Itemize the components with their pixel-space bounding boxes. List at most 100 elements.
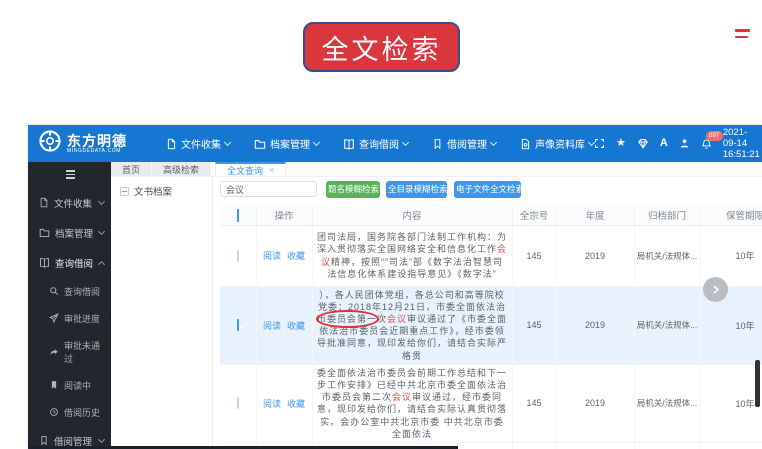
keyword-highlight: 会议: [392, 392, 412, 402]
sidebar-item-archive-management[interactable]: 档案管理: [28, 218, 111, 248]
star-icon[interactable]: ★: [616, 138, 626, 149]
chevron-down-icon: [98, 197, 105, 204]
content-snippet: 委全面依法治市委员会前期工作总结和下一步工作安排》已经中共北京市委全面依法治市委…: [313, 365, 512, 442]
tab-home[interactable]: 首页: [111, 162, 152, 176]
table-row[interactable]: 阅读收藏 ），各人民团体党组，各总公司和高等院校党委：2018年12月21日，市委…: [220, 286, 762, 364]
tab-label: 高级检索: [163, 163, 199, 176]
read-link[interactable]: 阅读: [263, 321, 281, 331]
vertical-scrollbar[interactable]: [755, 360, 760, 407]
nav-item-borrow-management[interactable]: 借阅管理: [432, 136, 496, 151]
history-icon: [49, 407, 59, 417]
nav-item-label: 文件收集: [181, 136, 221, 151]
sidebar-subitem-query-borrow[interactable]: 查询借阅: [28, 278, 111, 305]
bookmark-icon: [432, 138, 443, 150]
favorite-link[interactable]: 收藏: [287, 399, 305, 409]
tree-expander-icon[interactable]: [120, 187, 129, 196]
row-checkbox[interactable]: [237, 397, 239, 409]
sidebar-subitem-approval-rejected[interactable]: 审批未通过: [28, 332, 111, 372]
chevron-down-icon: [98, 435, 105, 442]
sidebar-item-label: 查询借阅: [55, 256, 93, 270]
nav-item-label: 档案管理: [270, 136, 310, 151]
nav-item-query-borrow[interactable]: 查询借阅: [343, 136, 408, 151]
tab-label: 全文查询: [227, 164, 263, 177]
nav-item-archive-management[interactable]: 档案管理: [254, 136, 319, 151]
bookmark-icon: [49, 380, 59, 390]
sidebar-subitem-borrow-history[interactable]: 借阅历史: [28, 399, 111, 426]
chevron-down-icon: [313, 138, 320, 145]
favorite-link[interactable]: 收藏: [287, 251, 305, 261]
table-header-row: 操作 内容 全宗号 年度 归档部门 保管期限: [220, 206, 762, 225]
archive-dept-cell: 局机关/法规体...: [634, 225, 700, 286]
folder-icon: [39, 227, 50, 238]
chevron-up-icon: [98, 260, 105, 267]
notifications-bell[interactable]: 897: [701, 138, 712, 150]
chevron-down-icon: [98, 227, 105, 234]
fonds-number-cell: 145: [512, 442, 556, 449]
document-icon: [39, 197, 49, 208]
page: 全文检索 东方明德 MINGDEDATA.COM: [0, 0, 762, 449]
tree-node-document-archive[interactable]: 文书档案: [120, 184, 212, 198]
year-cell: 2019: [556, 286, 634, 364]
content-snippet: ），各人民团体党组，各总公司和高等院校党委：2018年12月21日，市委全面依法…: [313, 287, 512, 364]
column-header-fonds-number: 全宗号: [512, 206, 556, 225]
archive-dept-cell: 局机关/法规体...: [634, 286, 700, 364]
table-row[interactable]: 阅读收藏委全面依法治市委员会前期工作总结和下一步工作安排》已经中共北京市委全面依…: [220, 364, 762, 442]
notification-badge: 897: [706, 131, 723, 141]
retention-cell: 10年: [700, 442, 762, 449]
sidebar-subitem-approval-progress[interactable]: 审批进度: [28, 305, 111, 332]
retention-cell: 10年: [700, 364, 762, 442]
row-checkbox[interactable]: [237, 319, 239, 331]
sidebar-subitem-label: 借阅历史: [64, 406, 100, 419]
search-icon: [49, 286, 59, 296]
year-cell: 2019: [556, 364, 634, 442]
sidebar-item-query-borrow[interactable]: 查询借阅: [28, 248, 111, 278]
title-fuzzy-search-button[interactable]: 题名模糊检索: [326, 181, 380, 198]
nav-item-file-collection[interactable]: 文件收集: [166, 136, 230, 151]
table-row[interactable]: 阅读收藏团司法局，国务院各部门法制工作机构：为深入贯彻落实全国网络安全和信息化工…: [220, 225, 762, 286]
content-area: 题名模糊检索 全目录模糊检索 电子文件全文检索: [213, 177, 762, 449]
sidebar-subitem-label: 查询借阅: [64, 285, 100, 298]
user-icon[interactable]: [679, 138, 690, 149]
sidebar-subitem-reading[interactable]: 阅读中: [28, 372, 111, 399]
row-checkbox[interactable]: [237, 250, 239, 262]
chevron-down-icon: [224, 138, 231, 145]
tab-fulltext-query[interactable]: 全文查询 ×: [215, 162, 286, 176]
fullscreen-icon[interactable]: [594, 138, 605, 149]
document-icon: [166, 138, 177, 150]
sidebar-item-file-collection[interactable]: 文件收集: [28, 188, 111, 218]
app-screenshot: 东方明德 MINGDEDATA.COM 文件收集 档案管理: [28, 125, 762, 449]
font-size-icon[interactable]: A: [660, 138, 668, 149]
table-body: 阅读收藏团司法局，国务院各部门法制工作机构：为深入贯彻落实全国网络安全和信息化工…: [220, 225, 762, 449]
fonds-number-cell: 145: [512, 364, 556, 442]
brand-domain: MINGDEDATA.COM: [67, 149, 127, 154]
nav-item-label: 查询借阅: [359, 136, 399, 151]
sidebar-collapse-button[interactable]: [28, 162, 111, 188]
menu-icon[interactable]: [735, 29, 750, 42]
search-row: 题名模糊检索 全目录模糊检索 电子文件全文检索: [220, 180, 762, 198]
retention-cell: 10年: [700, 225, 762, 286]
gem-icon[interactable]: [637, 138, 649, 149]
book-icon: [39, 257, 50, 268]
search-input[interactable]: [220, 181, 317, 197]
share-arrow-icon: [49, 347, 59, 357]
column-header-content: 内容: [312, 206, 512, 225]
sidebar-subitem-label: 阅读中: [64, 379, 91, 392]
read-link[interactable]: 阅读: [263, 399, 281, 409]
tree-node-label: 文书档案: [134, 184, 172, 198]
catalog-fuzzy-search-button[interactable]: 全目录模糊检索: [386, 181, 447, 198]
brand-name: 东方明德: [67, 134, 127, 148]
tab-advanced-search[interactable]: 高级检索: [152, 162, 211, 176]
fulltext-search-banner: 全文检索: [303, 22, 460, 72]
book-icon: [343, 138, 355, 150]
next-page-button[interactable]: [703, 277, 728, 302]
year-cell: 2018: [556, 442, 634, 449]
efile-fulltext-search-button[interactable]: 电子文件全文检索: [454, 181, 521, 198]
close-icon[interactable]: ×: [269, 165, 274, 175]
read-link[interactable]: 阅读: [263, 251, 281, 261]
select-all-checkbox[interactable]: [237, 209, 239, 222]
brand-logo[interactable]: 东方明德 MINGDEDATA.COM: [38, 129, 166, 158]
favorite-link[interactable]: 收藏: [287, 321, 305, 331]
banner-label: 全文检索: [322, 28, 442, 67]
nav-item-media-library[interactable]: 声像资料库: [520, 136, 594, 151]
fonds-number-cell: 145: [512, 286, 556, 364]
